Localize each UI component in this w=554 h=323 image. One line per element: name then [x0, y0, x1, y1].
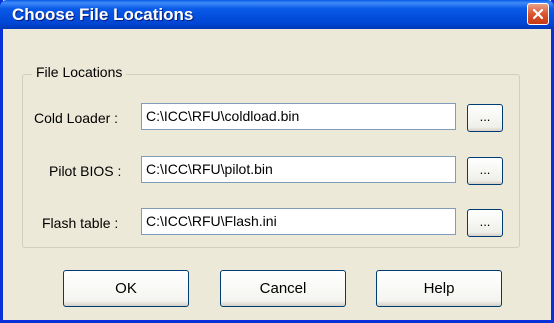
flash-table-label: Flash table : — [42, 215, 119, 231]
cold-loader-browse-button[interactable]: ... — [467, 104, 503, 132]
pilot-bios-browse-button[interactable]: ... — [467, 157, 503, 185]
pilot-bios-label: Pilot BIOS : — [49, 163, 122, 179]
title-bar[interactable]: Choose File Locations — [0, 0, 554, 29]
close-icon — [532, 8, 544, 20]
window-title: Choose File Locations — [12, 5, 194, 24]
flash-table-field[interactable]: C:\ICC\RFU\Flash.ini — [141, 208, 456, 235]
ok-button[interactable]: OK — [63, 270, 189, 307]
pilot-bios-field[interactable]: C:\ICC\RFU\pilot.bin — [141, 156, 456, 183]
help-button[interactable]: Help — [376, 270, 502, 307]
close-button[interactable] — [527, 3, 549, 25]
cold-loader-field[interactable]: C:\ICC\RFU\coldload.bin — [141, 103, 456, 130]
cold-loader-label: Cold Loader : — [34, 110, 119, 126]
cancel-button[interactable]: Cancel — [220, 270, 346, 307]
group-label: File Locations — [32, 64, 127, 80]
flash-table-browse-button[interactable]: ... — [467, 209, 503, 237]
